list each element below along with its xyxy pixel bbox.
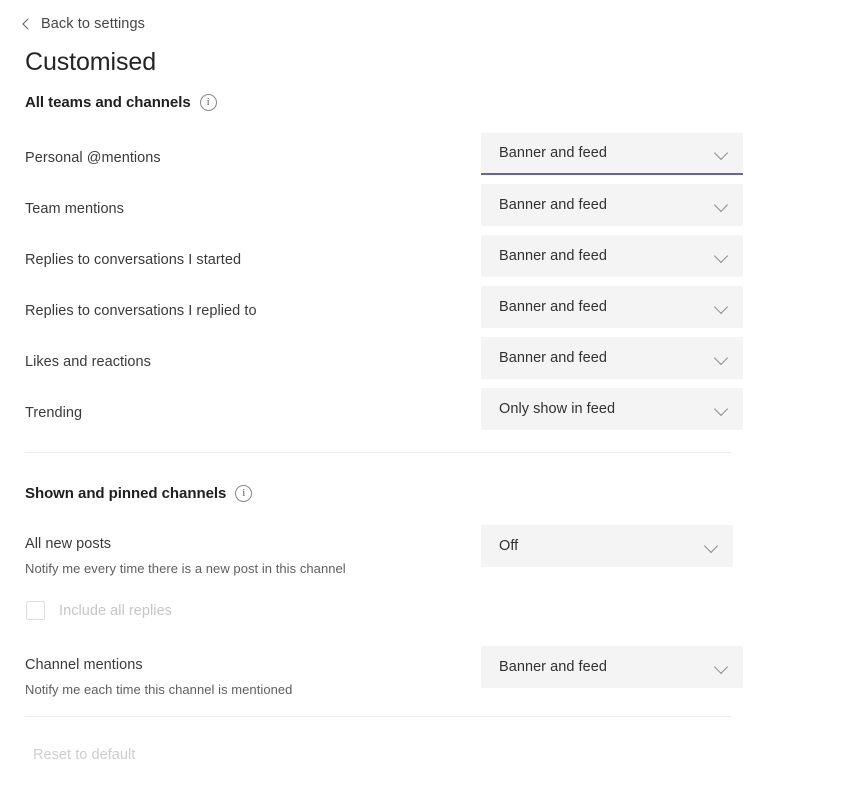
info-icon[interactable]: i [199,94,217,111]
chevron-down-icon [713,299,729,315]
dropdown-value-team-mentions: Banner and feed [499,197,607,213]
dropdown-value-likes-and-reactions: Banner and feed [499,350,607,366]
back-to-settings-link[interactable]: Back to settings [21,16,145,32]
chevron-left-icon [21,19,32,30]
chevron-down-icon [713,197,729,213]
dropdown-all-new-posts[interactable]: Off [481,525,733,567]
page-title: Customised [25,48,156,76]
chevron-down-icon [713,401,729,417]
row-label-channel-mentions: Channel mentions [25,657,143,673]
dropdown-value-personal-mentions: Banner and feed [499,145,607,161]
row-label-personal-mentions: Personal @mentions [25,150,161,166]
dropdown-channel-mentions[interactable]: Banner and feed [481,646,743,688]
dropdown-likes-and-reactions[interactable]: Banner and feed [481,337,743,379]
dropdown-value-trending: Only show in feed [499,401,616,417]
row-label-team-mentions: Team mentions [25,201,124,217]
row-label-likes-and-reactions: Likes and reactions [25,354,151,370]
row-label-trending: Trending [25,405,83,421]
reset-to-default-button[interactable]: Reset to default [33,747,135,763]
dropdown-value-channel-mentions: Banner and feed [499,659,607,675]
section-divider-2 [25,716,731,717]
checkbox-box-icon [26,601,45,620]
info-icon[interactable]: i [235,485,253,502]
back-to-settings-label: Back to settings [41,16,145,32]
chevron-down-icon [713,145,729,161]
section-title-all-teams: All teams and channels [25,94,191,111]
checkbox-label-include-all-replies: Include all replies [59,602,172,619]
dropdown-replies-started[interactable]: Banner and feed [481,235,743,277]
chevron-down-icon [713,659,729,675]
section-title-shown-pinned: Shown and pinned channels [25,485,227,502]
section-heading-all-teams-and-channels: All teams and channels i [25,94,217,111]
row-sub-all-new-posts: Notify me every time there is a new post… [25,561,346,576]
dropdown-value-replies-replied: Banner and feed [499,299,607,315]
dropdown-replies-replied[interactable]: Banner and feed [481,286,743,328]
chevron-down-icon [713,248,729,264]
section-divider-1 [25,452,731,453]
row-label-all-new-posts: All new posts [25,536,112,552]
dropdown-personal-mentions[interactable]: Banner and feed [481,133,743,175]
chevron-down-icon [703,538,719,554]
row-sub-channel-mentions: Notify me each time this channel is ment… [25,682,293,697]
checkbox-include-all-replies[interactable]: Include all replies [26,601,172,620]
row-label-replies-replied: Replies to conversations I replied to [25,303,257,319]
section-heading-shown-and-pinned-channels: Shown and pinned channels i [25,485,253,502]
notification-settings-page: Back to settings Customised All teams an… [0,0,857,800]
chevron-down-icon [713,350,729,366]
dropdown-value-all-new-posts: Off [499,538,519,554]
row-label-replies-started: Replies to conversations I started [25,252,242,268]
dropdown-value-replies-started: Banner and feed [499,248,607,264]
dropdown-team-mentions[interactable]: Banner and feed [481,184,743,226]
dropdown-trending[interactable]: Only show in feed [481,388,743,430]
